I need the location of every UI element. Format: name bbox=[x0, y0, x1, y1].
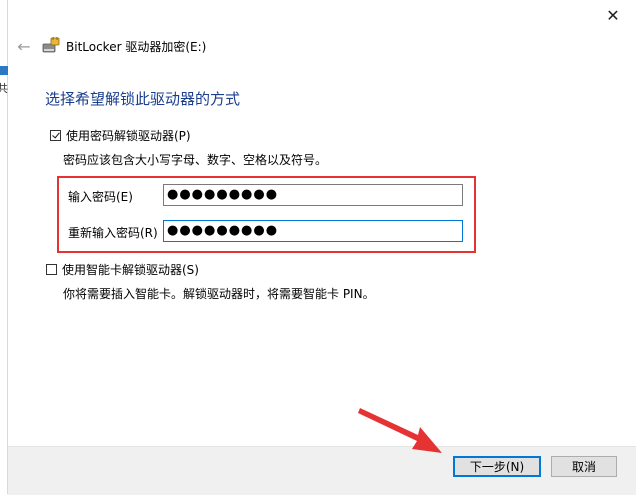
window-title: BitLocker 驱动器加密(E:) bbox=[66, 40, 207, 54]
smartcard-checkbox[interactable] bbox=[46, 264, 57, 275]
password-hint: 密码应该包含大小写字母、数字、空格以及符号。 bbox=[63, 153, 328, 167]
smartcard-hint: 你将需要插入智能卡。解锁驱动器时，将需要智能卡 PIN。 bbox=[63, 287, 375, 301]
password-checkbox[interactable] bbox=[50, 130, 61, 141]
enter-password-input[interactable]: ●●●●●●●●● bbox=[163, 184, 463, 206]
password-option-label: 使用密码解锁驱动器(P) bbox=[66, 129, 191, 143]
smartcard-option-label: 使用智能卡解锁驱动器(S) bbox=[62, 263, 199, 277]
bitlocker-dialog: ✕ ← BitLocker 驱动器加密(E:) 选择希望解锁此驱动器的方式 使用… bbox=[8, 0, 636, 495]
cancel-button[interactable]: 取消 bbox=[551, 456, 617, 477]
dialog-footer: 下一步(N) 取消 bbox=[8, 446, 636, 495]
reenter-password-input[interactable]: ●●●●●●●●● bbox=[163, 220, 463, 242]
reenter-password-label: 重新输入密码(R) bbox=[68, 226, 158, 240]
background-window-text: 共 bbox=[0, 82, 8, 95]
close-button[interactable]: ✕ bbox=[600, 2, 626, 28]
enter-password-label: 输入密码(E) bbox=[68, 190, 133, 204]
background-window-accent bbox=[0, 66, 8, 75]
password-option[interactable]: 使用密码解锁驱动器(P) bbox=[50, 127, 191, 144]
close-icon: ✕ bbox=[606, 5, 620, 25]
next-button[interactable]: 下一步(N) bbox=[453, 456, 541, 477]
back-arrow-icon: ← bbox=[17, 36, 31, 56]
smartcard-option[interactable]: 使用智能卡解锁驱动器(S) bbox=[46, 261, 199, 278]
bitlocker-drive-icon bbox=[42, 37, 60, 53]
page-heading: 选择希望解锁此驱动器的方式 bbox=[45, 90, 241, 108]
back-button[interactable]: ← bbox=[14, 36, 34, 56]
red-arrow-annotation bbox=[358, 408, 442, 453]
background-window-edge: 共 bbox=[0, 0, 8, 494]
